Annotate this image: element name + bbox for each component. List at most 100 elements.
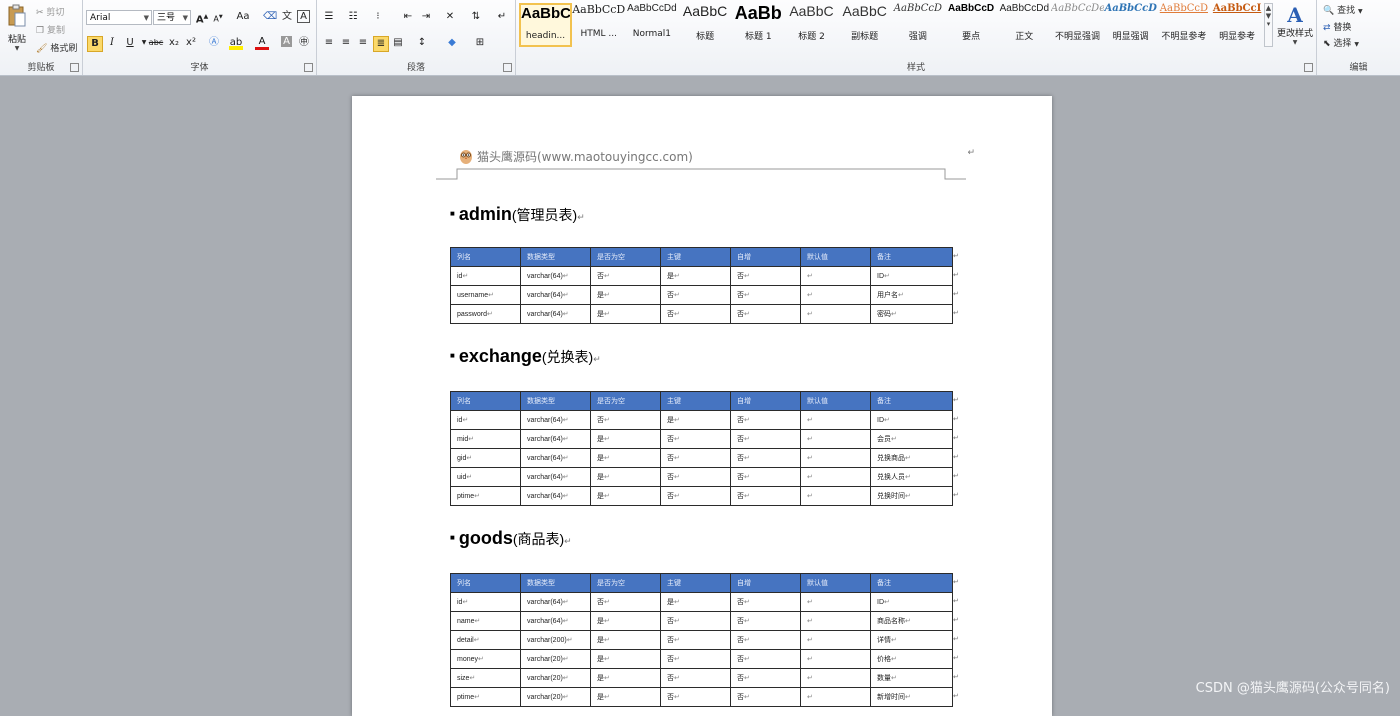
table-cell[interactable]: varchar(64)↵ [520, 304, 591, 324]
column-header[interactable]: 自增 [730, 247, 801, 267]
table-cell[interactable]: 是↵ [590, 448, 661, 468]
style-tile[interactable]: AaBbC 副标题 [838, 3, 891, 47]
table-cell[interactable]: ↵ [800, 611, 871, 631]
font-size-select[interactable]: 三号 ▼ [153, 10, 191, 25]
table-cell[interactable]: ↵ [800, 304, 871, 324]
table-cell[interactable]: 否↵ [730, 304, 801, 324]
table-cell[interactable]: 否↵ [660, 448, 731, 468]
align-center-button[interactable]: ≡ [339, 36, 353, 50]
column-header[interactable]: 是否为空 [590, 573, 661, 593]
table-cell[interactable]: varchar(64)↵ [520, 448, 591, 468]
table-cell[interactable]: varchar(64)↵ [520, 611, 591, 631]
table-cell[interactable]: name↵ [450, 611, 521, 631]
table-cell[interactable]: 兑换人员↵ [870, 467, 953, 487]
style-tile[interactable]: AaBb 标题 1 [732, 3, 785, 47]
table-cell[interactable]: 是↵ [590, 304, 661, 324]
table-cell[interactable]: 是↵ [660, 266, 731, 286]
table-cell[interactable]: varchar(64)↵ [520, 467, 591, 487]
page-header[interactable]: 猫头鹰源码(www.maotouyingcc.com) ↵ [459, 148, 975, 165]
table-cell[interactable]: ↵ [800, 649, 871, 669]
document-page[interactable]: 猫头鹰源码(www.maotouyingcc.com) ↵ ■ admin(管理员… [352, 96, 1052, 716]
table-cell[interactable]: money↵ [450, 649, 521, 669]
select-button[interactable]: ⬉ 选择 ▼ [1323, 36, 1359, 49]
styles-gallery-scroll[interactable]: ▲ ▼ ▾ [1264, 3, 1273, 47]
align-right-button[interactable]: ≡ [356, 36, 370, 50]
table-cell[interactable]: password↵ [450, 304, 521, 324]
table-cell[interactable]: uid↵ [450, 467, 521, 487]
table-cell[interactable]: varchar(64)↵ [520, 266, 591, 286]
distribute-button[interactable]: ▤ [391, 36, 405, 50]
table-cell[interactable]: varchar(64)↵ [520, 429, 591, 449]
column-header[interactable]: 自增 [730, 391, 801, 411]
style-tile[interactable]: AaBbCcDd 正文 [998, 3, 1051, 47]
table-cell[interactable]: 否↵ [660, 304, 731, 324]
table-cell[interactable]: detail↵ [450, 630, 521, 650]
table-cell[interactable]: username↵ [450, 285, 521, 305]
table-cell[interactable]: ↵ [800, 429, 871, 449]
column-header[interactable]: 默认值 [800, 573, 871, 593]
shading-button[interactable]: ◆ [445, 36, 459, 50]
table-cell[interactable]: ↵ [800, 448, 871, 468]
table-cell[interactable]: 否↵ [660, 630, 731, 650]
table-cell[interactable]: 是↵ [660, 592, 731, 612]
column-header[interactable]: 数据类型 [520, 573, 591, 593]
table-cell[interactable]: varchar(20)↵ [520, 649, 591, 669]
table-cell[interactable]: ↵ [800, 630, 871, 650]
justify-button[interactable]: ≣ [373, 36, 389, 52]
table-cell[interactable]: 密码↵ [870, 304, 953, 324]
table-cell[interactable]: 否↵ [730, 410, 801, 430]
schema-table[interactable]: 列名 数据类型 是否为空 主键 自增 默认值 备注 id↵ varchar(64)↵ 否↵ 是↵ 否↵… [450, 573, 953, 707]
table-cell[interactable]: 是↵ [590, 668, 661, 688]
table-cell[interactable]: ↵ [800, 486, 871, 506]
phonetic-guide-button[interactable]: 文 [280, 10, 294, 24]
table-cell[interactable]: id↵ [450, 592, 521, 612]
shrink-font-button[interactable]: A▼ [211, 10, 225, 24]
borders-button[interactable]: ⊞ [473, 36, 487, 50]
copy-button[interactable]: ❐ 复制 [36, 23, 65, 36]
style-tile[interactable]: AaBbCcDc HTML ... [572, 3, 625, 47]
table-cell[interactable]: 否↵ [730, 429, 801, 449]
enclose-char-button[interactable]: ㊥ [297, 36, 311, 50]
column-header[interactable]: 主键 [660, 391, 731, 411]
style-tile[interactable]: AaBbCcD 强调 [891, 3, 944, 47]
table-cell[interactable]: 价格↵ [870, 649, 953, 669]
column-header[interactable]: 列名 [450, 247, 521, 267]
table-cell[interactable]: 否↵ [590, 410, 661, 430]
table-cell[interactable]: varchar(200)↵ [520, 630, 591, 650]
table-cell[interactable]: id↵ [450, 266, 521, 286]
table-cell[interactable]: 否↵ [730, 649, 801, 669]
change-styles-button[interactable]: A 更改样式 ▼ [1276, 4, 1314, 52]
table-cell[interactable]: ↵ [800, 266, 871, 286]
table-cell[interactable]: 否↵ [730, 611, 801, 631]
numbering-button[interactable]: ☷ [346, 10, 360, 24]
table-cell[interactable]: mid↵ [450, 429, 521, 449]
table-cell[interactable]: 是↵ [660, 410, 731, 430]
italic-button[interactable]: I [105, 36, 119, 50]
table-cell[interactable]: 是↵ [590, 630, 661, 650]
table-cell[interactable]: 否↵ [730, 285, 801, 305]
underline-button[interactable]: U [123, 36, 137, 50]
table-cell[interactable]: 否↵ [660, 611, 731, 631]
table-cell[interactable]: 否↵ [730, 448, 801, 468]
table-cell[interactable]: 否↵ [660, 429, 731, 449]
table-cell[interactable]: 否↵ [590, 592, 661, 612]
table-cell[interactable]: ↵ [800, 668, 871, 688]
column-header[interactable]: 默认值 [800, 391, 871, 411]
highlight-button[interactable]: ab [229, 36, 243, 50]
table-cell[interactable]: 否↵ [660, 668, 731, 688]
style-tile[interactable]: AaBbCcDe 不明显强调 [1051, 3, 1104, 47]
style-tile[interactable]: AaBbC 标题 [679, 3, 732, 47]
table-cell[interactable]: ↵ [800, 410, 871, 430]
cut-button[interactable]: ✂ 剪切 [36, 5, 64, 18]
table-cell[interactable]: size↵ [450, 668, 521, 688]
sort-button[interactable]: ⇅ [469, 10, 483, 24]
char-shading-button[interactable]: A [281, 36, 292, 47]
column-header[interactable]: 主键 [660, 247, 731, 267]
strikethrough-button[interactable]: abc [147, 36, 165, 50]
grow-font-button[interactable]: A▲ [195, 10, 209, 25]
column-header[interactable]: 自增 [730, 573, 801, 593]
table-cell[interactable]: 兑换商品↵ [870, 448, 953, 468]
table-cell[interactable]: 否↵ [660, 486, 731, 506]
chinese-layout-button[interactable]: ✕ [443, 10, 457, 24]
style-tile[interactable]: AaBbCcI 明显参考 [1211, 3, 1264, 47]
